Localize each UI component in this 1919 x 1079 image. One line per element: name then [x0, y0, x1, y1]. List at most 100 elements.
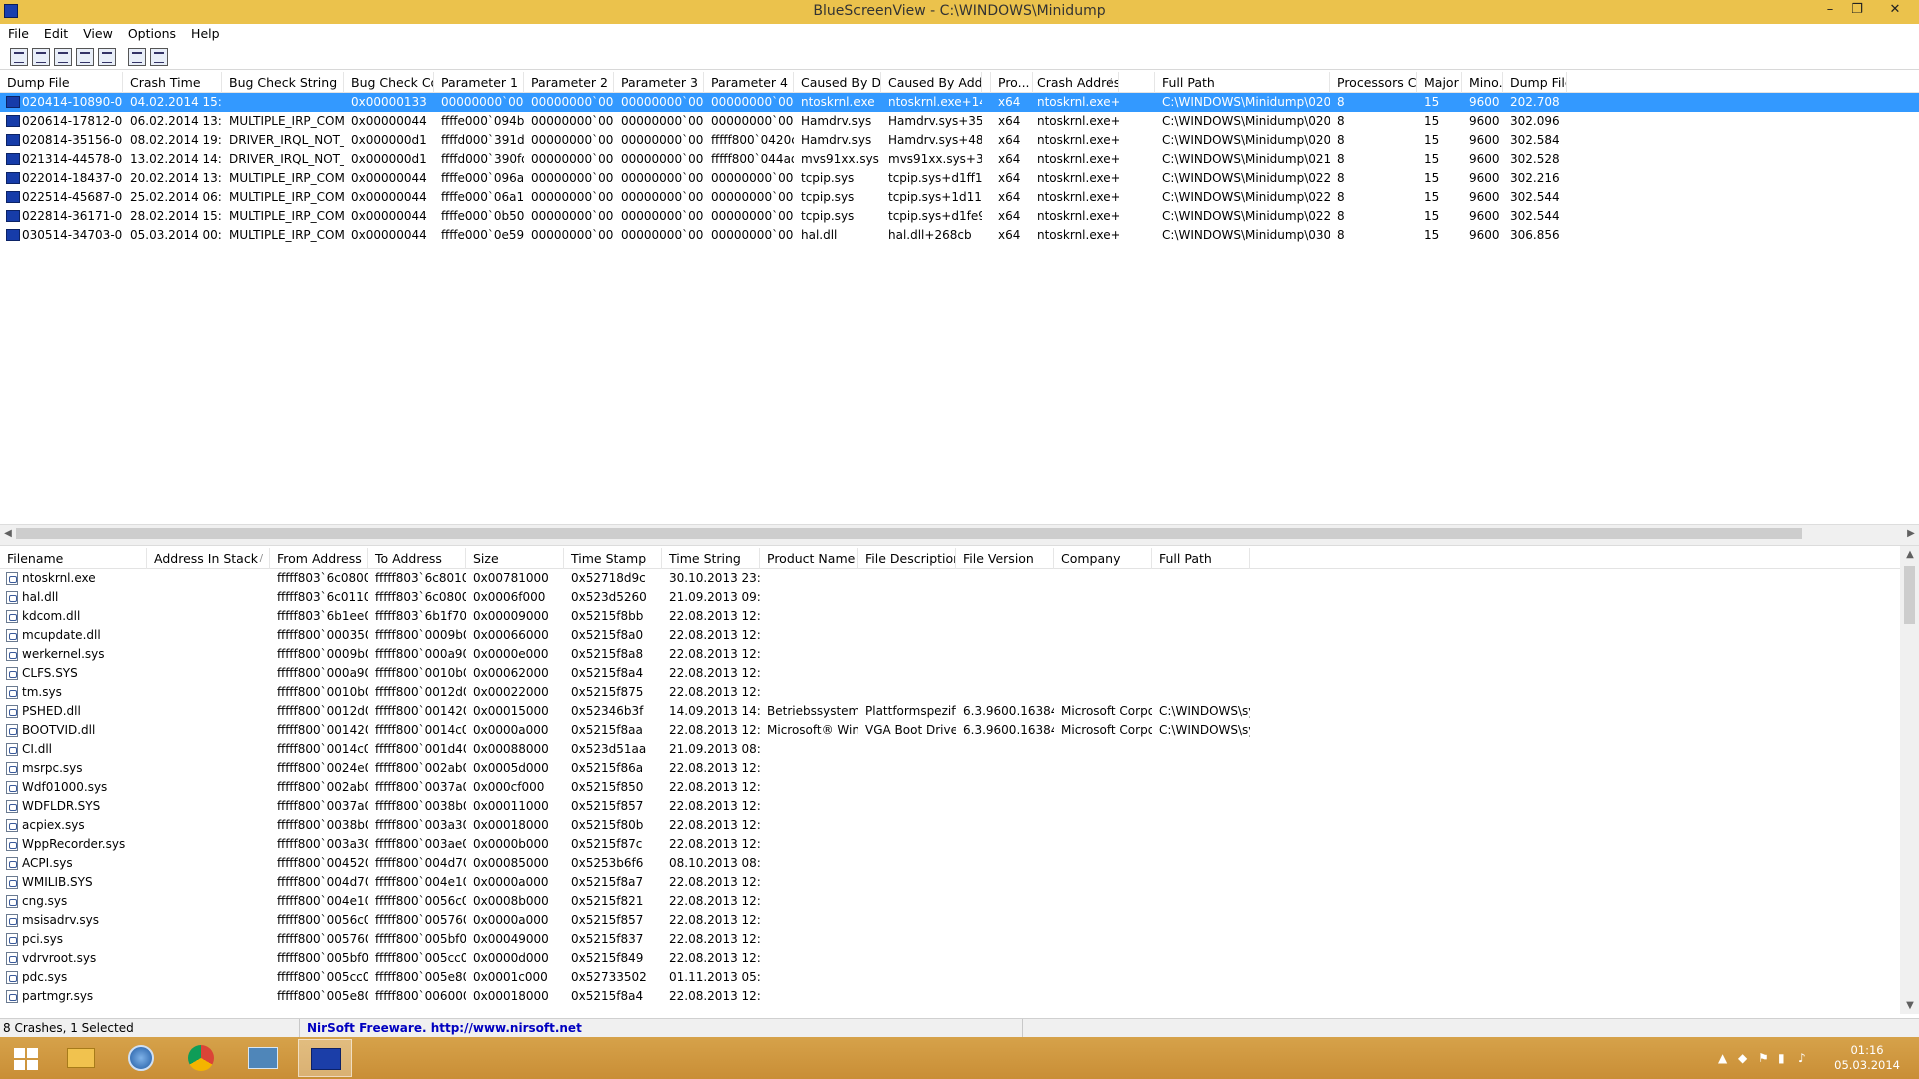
taskbar-bluescreenview[interactable]	[298, 1039, 352, 1077]
vertical-scroll-thumb[interactable]	[1904, 566, 1915, 624]
column-header-parameter-4[interactable]: Parameter 4	[704, 72, 794, 93]
driver-row[interactable]: msisadrv.sys fffff800`0056c000 fffff800`00…	[0, 911, 1900, 930]
column-header-full-path[interactable]: Full Path	[1152, 548, 1250, 569]
crash-row[interactable]: 030514-34703-01.dmp 05.03.2014 00:51:08 MU…	[0, 226, 1919, 245]
crash-row[interactable]: 020414-10890-01.dmp 04.02.2014 15:20:38 0x…	[0, 93, 1919, 112]
minimize-button[interactable]: –	[1815, 0, 1845, 20]
driver-row[interactable]: ntoskrnl.exe fffff803`6c080000 fffff803`6c…	[0, 569, 1900, 588]
column-header-major[interactable]: Major ...	[1417, 72, 1462, 93]
column-header-filename[interactable]: Filename	[0, 548, 147, 569]
save-icon[interactable]	[32, 48, 50, 66]
driver-row[interactable]: pdc.sys fffff800`005cc000 fffff800`005e800…	[0, 968, 1900, 987]
nirsoft-link[interactable]: NirSoft Freeware. http://www.nirsoft.net	[303, 1019, 1023, 1038]
column-header-company[interactable]: Company	[1054, 548, 1152, 569]
title-bar[interactable]: BlueScreenView - C:\WINDOWS\Minidump – ❐…	[0, 0, 1919, 24]
scroll-right-arrow-icon[interactable]: ▶	[1903, 525, 1919, 542]
crash-row[interactable]: 022814-36171-01.dmp 28.02.2014 15:10:07 MU…	[0, 207, 1919, 226]
menu-file[interactable]: File	[0, 24, 36, 41]
driver-row[interactable]: BOOTVID.dll fffff800`00142000 fffff800`001…	[0, 721, 1900, 740]
network-flag-icon[interactable]: ◆	[1738, 1051, 1747, 1065]
column-header-full-path[interactable]: Full Path	[1155, 72, 1330, 93]
column-header-mino[interactable]: Mino...	[1462, 72, 1503, 93]
column-header-from-address[interactable]: From Address	[270, 548, 368, 569]
crash-row[interactable]: 022514-45687-01.dmp 25.02.2014 06:58:05 MU…	[0, 188, 1919, 207]
driver-row[interactable]: WppRecorder.sys fffff800`003a3000 fffff800…	[0, 835, 1900, 854]
driver-row[interactable]: ACPI.sys fffff800`00452000 fffff800`004d70…	[0, 854, 1900, 873]
column-header-dump-file[interactable]: Dump File	[0, 72, 123, 93]
driver-row[interactable]: PSHED.dll fffff800`0012d000 fffff800`00142…	[0, 702, 1900, 721]
driver-row[interactable]: hal.dll fffff803`6c011000 fffff803`6c08000…	[0, 588, 1900, 607]
driver-row[interactable]: Wdf01000.sys fffff800`002ab000 fffff800`00…	[0, 778, 1900, 797]
column-header-parameter-3[interactable]: Parameter 3	[614, 72, 704, 93]
start-button[interactable]	[0, 1039, 54, 1077]
copy-icon[interactable]	[76, 48, 94, 66]
column-header-crash-time[interactable]: Crash Time	[123, 72, 222, 93]
find-icon[interactable]	[128, 48, 146, 66]
driver-row[interactable]: tm.sys fffff800`0010b000 fffff800`0012d000…	[0, 683, 1900, 702]
column-header-caused-by-driver[interactable]: Caused By Driver	[794, 72, 881, 93]
crash-row[interactable]: 020814-35156-01.dmp 08.02.2014 19:16:28 DR…	[0, 131, 1919, 150]
action-center-flag-icon[interactable]: ⚑	[1758, 1051, 1769, 1065]
column-header-dump-file[interactable]: Dump File...	[1503, 72, 1567, 93]
column-header-time-stamp[interactable]: Time Stamp	[564, 548, 662, 569]
driver-row[interactable]: partmgr.sys fffff800`005e8000 fffff800`006…	[0, 987, 1900, 1006]
taskbar-media-player[interactable]	[114, 1039, 168, 1077]
html-report-icon[interactable]	[98, 48, 116, 66]
close-button[interactable]: ✕	[1880, 0, 1910, 20]
column-header-parameter-2[interactable]: Parameter 2	[524, 72, 614, 93]
menu-edit[interactable]: Edit	[36, 24, 75, 41]
clock[interactable]: 01:16 05.03.2014	[1834, 1043, 1900, 1073]
column-header-product-name[interactable]: Product Name	[760, 548, 858, 569]
horizontal-scroll-thumb[interactable]	[16, 528, 1802, 539]
crash-row[interactable]: 021314-44578-01.dmp 13.02.2014 14:05:00 DR…	[0, 150, 1919, 169]
column-header-time-string[interactable]: Time String	[662, 548, 760, 569]
driver-row[interactable]: WMILIB.SYS fffff800`004d7000 fffff800`004e…	[0, 873, 1900, 892]
column-header-file-version[interactable]: File Version	[956, 548, 1054, 569]
exit-icon[interactable]	[150, 48, 168, 66]
column-header-caused-by-address[interactable]: Caused By Address	[881, 72, 982, 93]
column-header-size[interactable]: Size	[466, 548, 564, 569]
driver-row[interactable]: kdcom.dll fffff803`6b1ee000 fffff803`6b1f7…	[0, 607, 1900, 626]
scroll-up-arrow-icon[interactable]: ▲	[1902, 546, 1918, 563]
taskbar-file-explorer[interactable]	[54, 1039, 108, 1077]
taskbar-chrome[interactable]	[174, 1039, 228, 1077]
column-header-file-description[interactable]: File Description	[858, 548, 956, 569]
driver-row[interactable]: mcupdate.dll fffff800`00035000 fffff800`00…	[0, 626, 1900, 645]
scroll-left-arrow-icon[interactable]: ◀	[0, 525, 16, 542]
menu-help[interactable]: Help	[183, 24, 227, 41]
menu-view[interactable]: View	[75, 24, 120, 41]
show-hidden-icons-icon[interactable]: ▲	[1718, 1051, 1727, 1065]
driver-row[interactable]: pci.sys fffff800`00576000 fffff800`005bf00…	[0, 930, 1900, 949]
pane-splitter[interactable]	[0, 541, 1919, 546]
volume-icon[interactable]: ♪	[1798, 1051, 1806, 1065]
properties-icon[interactable]	[10, 48, 28, 66]
crash-row[interactable]: 022014-18437-01.dmp 20.02.2014 13:44:24 MU…	[0, 169, 1919, 188]
crash-list-horizontal-scrollbar[interactable]: ◀ ▶	[0, 524, 1919, 541]
refresh-icon[interactable]	[54, 48, 72, 66]
driver-list-vertical-scrollbar[interactable]: ▲ ▼	[1900, 546, 1919, 1014]
column-header-bug-check-string[interactable]: Bug Check String	[222, 72, 344, 93]
driver-list[interactable]: Filename Address In Stack / From Address To …	[0, 548, 1900, 1016]
driver-row[interactable]: WDFLDR.SYS fffff800`0037a000 fffff800`0038…	[0, 797, 1900, 816]
driver-row[interactable]: vdrvroot.sys fffff800`005bf000 fffff800`00…	[0, 949, 1900, 968]
crash-row[interactable]: 020614-17812-01.dmp 06.02.2014 13:47:16 MU…	[0, 112, 1919, 131]
column-header-pro[interactable]: Pro...	[991, 72, 1033, 93]
taskbar-control-panel[interactable]	[236, 1039, 290, 1077]
driver-row[interactable]: acpiex.sys fffff800`0038b000 fffff800`003a…	[0, 816, 1900, 835]
driver-row[interactable]: cng.sys fffff800`004e1000 fffff800`0056c00…	[0, 892, 1900, 911]
column-header-bug-check-code[interactable]: Bug Check Code	[344, 72, 434, 93]
column-header-crash-address[interactable]: Crash Address /	[1030, 72, 1119, 93]
driver-row[interactable]: werkernel.sys fffff800`0009b000 fffff800`0…	[0, 645, 1900, 664]
restore-button[interactable]: ❐	[1842, 0, 1872, 20]
driver-row[interactable]: msrpc.sys fffff800`0024e000 fffff800`002ab…	[0, 759, 1900, 778]
crash-list[interactable]: Dump File Crash Time Bug Check String Bug C…	[0, 72, 1919, 524]
column-header-address-in-stack[interactable]: Address In Stack /	[147, 548, 270, 569]
signal-icon[interactable]: ▮	[1778, 1051, 1785, 1065]
column-header-parameter-1[interactable]: Parameter 1	[434, 72, 524, 93]
column-header-processors-count[interactable]: Processors Count	[1330, 72, 1417, 93]
column-header-blank-10[interactable]	[982, 72, 991, 93]
scroll-down-arrow-icon[interactable]: ▼	[1902, 997, 1918, 1014]
driver-row[interactable]: CLFS.SYS fffff800`000a9000 fffff800`0010b0…	[0, 664, 1900, 683]
column-header-to-address[interactable]: To Address	[368, 548, 466, 569]
driver-row[interactable]: CI.dll fffff800`0014c000 fffff800`001d4000…	[0, 740, 1900, 759]
